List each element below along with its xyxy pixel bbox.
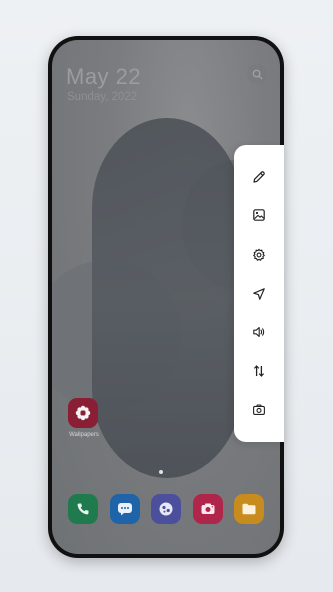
edge-tool-panel <box>234 145 284 442</box>
wallpaper-button[interactable] <box>247 203 271 227</box>
sound-button[interactable] <box>247 320 271 344</box>
gear-icon <box>252 248 266 262</box>
phone-app-icon[interactable] <box>68 494 98 524</box>
image-icon <box>252 208 266 222</box>
page-indicator <box>159 470 163 474</box>
search-icon <box>252 69 263 80</box>
camera-icon <box>252 403 266 417</box>
wallpaper-shape <box>92 118 242 478</box>
edit-icon <box>252 170 266 184</box>
page-dot <box>159 470 163 474</box>
navigation-icon <box>252 287 266 301</box>
screenshot-button[interactable] <box>247 398 271 422</box>
camera-app-icon[interactable] <box>192 494 223 524</box>
volume-icon <box>252 325 266 339</box>
navigation-button[interactable] <box>247 282 271 306</box>
community-app-icon[interactable] <box>151 494 181 524</box>
dock <box>68 494 264 526</box>
search-button[interactable] <box>247 64 267 84</box>
messages-app-icon[interactable] <box>109 494 140 524</box>
files-app-icon[interactable] <box>234 494 264 524</box>
edit-button[interactable] <box>247 165 271 189</box>
lockscreen-date: Sunday, 2022 <box>67 91 138 103</box>
settings-button[interactable] <box>247 243 271 267</box>
data-transfer-button[interactable] <box>247 359 271 383</box>
lockscreen-time: May 22 <box>66 64 142 89</box>
app-label: Wallpapers <box>69 432 99 438</box>
wallpapers-app-icon[interactable] <box>68 398 98 428</box>
swap-vertical-icon <box>252 364 266 378</box>
